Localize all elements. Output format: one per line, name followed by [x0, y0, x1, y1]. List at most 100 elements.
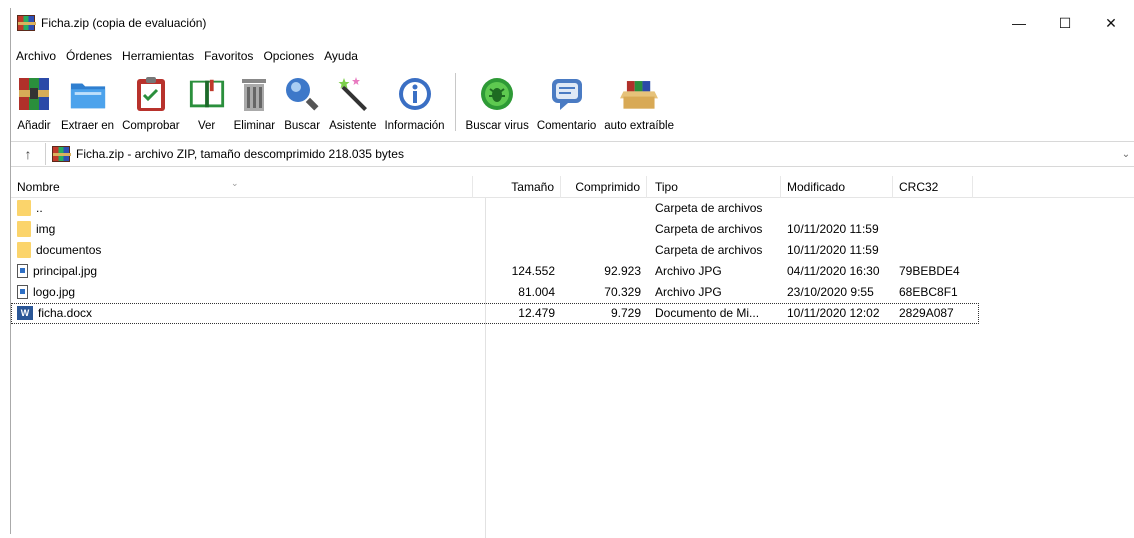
virus-scan-button[interactable]: Buscar virus: [462, 70, 533, 134]
magnifier-icon: [283, 74, 321, 114]
jpg-file-icon: [17, 284, 28, 299]
close-button[interactable]: ✕: [1088, 8, 1134, 38]
file-type: Documento de Mi...: [655, 306, 760, 320]
list-item[interactable]: logo.jpg 81.004 70.329 Archivo JPG 23/10…: [11, 282, 1134, 303]
file-list-header: Nombre ⌄ Tamaño Comprimido Tipo Modifica…: [11, 175, 1134, 198]
menu-opciones[interactable]: Opciones: [258, 49, 319, 63]
sfx-label: auto extraíble: [604, 120, 674, 132]
info-icon: [396, 74, 434, 114]
file-modified: 10/11/2020 11:59: [787, 243, 879, 257]
list-item[interactable]: img Carpeta de archivos 10/11/2020 11:59: [11, 219, 1134, 240]
extract-folder-icon: [69, 74, 107, 114]
word-file-icon: W: [17, 305, 33, 320]
list-item[interactable]: .. Carpeta de archivos: [11, 198, 1134, 219]
toolbar-separator: [454, 73, 456, 131]
address-text: Ficha.zip - archivo ZIP, tamaño descompr…: [76, 147, 404, 161]
test-label: Comprobar: [122, 120, 180, 132]
add-button[interactable]: Añadir: [11, 70, 57, 134]
file-name: ficha.docx: [38, 306, 93, 320]
file-type: Carpeta de archivos: [655, 222, 763, 236]
minimize-button[interactable]: —: [996, 8, 1042, 38]
file-modified: 04/11/2020 16:30: [787, 264, 880, 278]
file-type: Carpeta de archivos: [655, 201, 763, 215]
wand-icon: [334, 74, 372, 114]
virus-scan-icon: [478, 74, 516, 114]
wizard-button[interactable]: Asistente: [325, 70, 380, 134]
file-list: Nombre ⌄ Tamaño Comprimido Tipo Modifica…: [11, 175, 1134, 324]
file-crc: 2829A087: [899, 306, 954, 320]
find-label: Buscar: [284, 120, 321, 132]
archive-icon: [52, 146, 71, 162]
window-controls: — ☐ ✕: [996, 8, 1134, 38]
file-size: 124.552: [511, 264, 555, 278]
menu-bar: Archivo Órdenes Herramientas Favoritos O…: [11, 46, 363, 66]
address-field[interactable]: Ficha.zip - archivo ZIP, tamaño descompr…: [45, 143, 1118, 165]
extract-to-button[interactable]: Extraer en: [57, 70, 118, 134]
menu-favoritos[interactable]: Favoritos: [199, 49, 258, 63]
file-type: Archivo JPG: [655, 285, 722, 299]
jpg-file-icon: [17, 263, 28, 278]
file-modified: 10/11/2020 11:59: [787, 222, 879, 236]
file-compressed: 70.329: [604, 285, 641, 299]
list-item[interactable]: principal.jpg 124.552 92.923 Archivo JPG…: [11, 261, 1134, 282]
column-name-label: Nombre: [17, 179, 60, 194]
file-compressed: 92.923: [604, 264, 641, 278]
maximize-button[interactable]: ☐: [1042, 8, 1088, 38]
list-item-selected[interactable]: Wficha.docx 12.479 9.729 Documento de Mi…: [11, 303, 979, 324]
trash-icon: [235, 74, 273, 114]
column-type[interactable]: Tipo: [647, 175, 781, 198]
folder-icon: [17, 241, 31, 258]
address-bar: ↑ Ficha.zip - archivo ZIP, tamaño descom…: [11, 141, 1134, 167]
toolbar: Añadir Extraer en Comprobar Ver Eliminar: [11, 70, 1134, 134]
column-name[interactable]: Nombre ⌄: [11, 175, 473, 198]
wizard-label: Asistente: [329, 120, 377, 132]
delete-button[interactable]: Eliminar: [230, 70, 280, 134]
sort-indicator-icon: ⌄: [231, 177, 239, 188]
up-arrow-icon[interactable]: ↑: [11, 146, 45, 162]
rar-archive-icon: [15, 74, 53, 114]
chevron-down-icon[interactable]: ⌄: [1118, 149, 1134, 160]
comment-icon: [548, 74, 586, 114]
list-item[interactable]: documentos Carpeta de archivos 10/11/202…: [11, 240, 1134, 261]
title-bar[interactable]: Ficha.zip (copia de evaluación) — ☐ ✕: [11, 8, 1134, 38]
file-size: 12.479: [518, 306, 555, 320]
file-modified: 23/10/2020 9:55: [787, 285, 874, 299]
view-label: Ver: [197, 120, 216, 132]
comment-label: Comentario: [536, 120, 597, 132]
file-name: principal.jpg: [33, 264, 98, 278]
find-button[interactable]: Buscar: [279, 70, 325, 134]
folder-icon: [17, 199, 31, 216]
add-label: Añadir: [17, 120, 51, 132]
delete-label: Eliminar: [233, 120, 276, 132]
file-name: ..: [36, 201, 43, 215]
virus-scan-label: Buscar virus: [465, 120, 529, 132]
sfx-box-icon: [620, 74, 659, 114]
book-icon: [188, 74, 226, 114]
file-name: documentos: [36, 243, 102, 257]
column-modified[interactable]: Modificado: [781, 175, 893, 198]
menu-herramientas[interactable]: Herramientas: [117, 49, 199, 63]
column-compressed[interactable]: Comprimido: [561, 175, 647, 198]
file-type: Carpeta de archivos: [655, 243, 763, 257]
menu-archivo[interactable]: Archivo: [11, 49, 61, 63]
file-type: Archivo JPG: [655, 264, 722, 278]
info-label: Información: [384, 120, 445, 132]
file-crc: 79BEBDE4: [899, 264, 960, 278]
file-size: 81.004: [518, 285, 555, 299]
file-name: logo.jpg: [33, 285, 76, 299]
winrar-app-icon: [17, 15, 36, 31]
menu-ordenes[interactable]: Órdenes: [61, 49, 117, 63]
sfx-button[interactable]: auto extraíble: [600, 70, 678, 134]
file-compressed: 9.729: [610, 306, 641, 320]
comment-button[interactable]: Comentario: [533, 70, 600, 134]
extract-to-label: Extraer en: [61, 120, 115, 132]
view-button[interactable]: Ver: [184, 70, 230, 134]
test-button[interactable]: Comprobar: [118, 70, 184, 134]
menu-ayuda[interactable]: Ayuda: [319, 49, 363, 63]
column-crc32[interactable]: CRC32: [893, 175, 973, 198]
file-crc: 68EBC8F1: [899, 285, 958, 299]
winrar-window: Ficha.zip (copia de evaluación) — ☐ ✕ Ar…: [10, 8, 1134, 538]
window-title: Ficha.zip (copia de evaluación): [41, 16, 207, 30]
column-size[interactable]: Tamaño: [473, 175, 561, 198]
info-button[interactable]: Información: [380, 70, 448, 134]
